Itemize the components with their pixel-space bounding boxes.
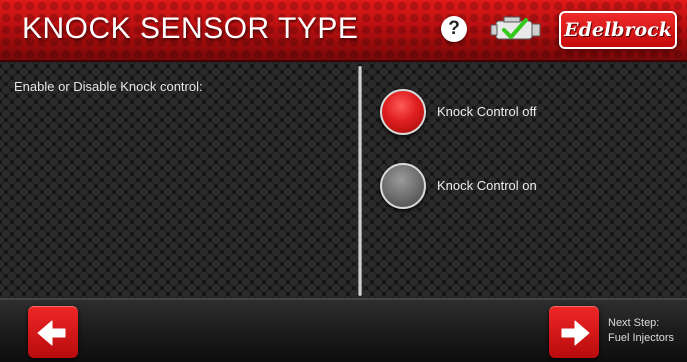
help-icon[interactable]: ?	[441, 16, 467, 42]
option-knock-control-off[interactable]: Knock Control off	[380, 89, 640, 139]
header-bar: KNOCK SENSOR TYPE ? Edelbrock	[0, 0, 687, 62]
arrow-left-icon	[37, 320, 66, 346]
option-label: Knock Control off	[437, 104, 537, 119]
option-knock-control-on[interactable]: Knock Control on	[380, 163, 640, 213]
prompt-text: Enable or Disable Knock control:	[14, 79, 203, 94]
engine-check-icon[interactable]	[490, 14, 542, 49]
option-label: Knock Control on	[437, 178, 537, 193]
arrow-right-icon	[561, 320, 590, 346]
radio-selected-icon[interactable]	[380, 89, 426, 135]
vertical-divider	[358, 66, 362, 296]
next-button[interactable]	[549, 306, 599, 358]
radio-unselected-icon[interactable]	[380, 163, 426, 209]
back-button[interactable]	[28, 306, 78, 358]
page-title: KNOCK SENSOR TYPE	[22, 12, 359, 45]
next-step-text: Next Step: Fuel Injectors	[608, 316, 674, 346]
brand-logo: Edelbrock	[559, 11, 677, 49]
brand-logo-text: Edelbrock	[564, 19, 672, 41]
next-step-value: Fuel Injectors	[608, 332, 675, 344]
next-step-label: Next Step:	[608, 317, 660, 329]
